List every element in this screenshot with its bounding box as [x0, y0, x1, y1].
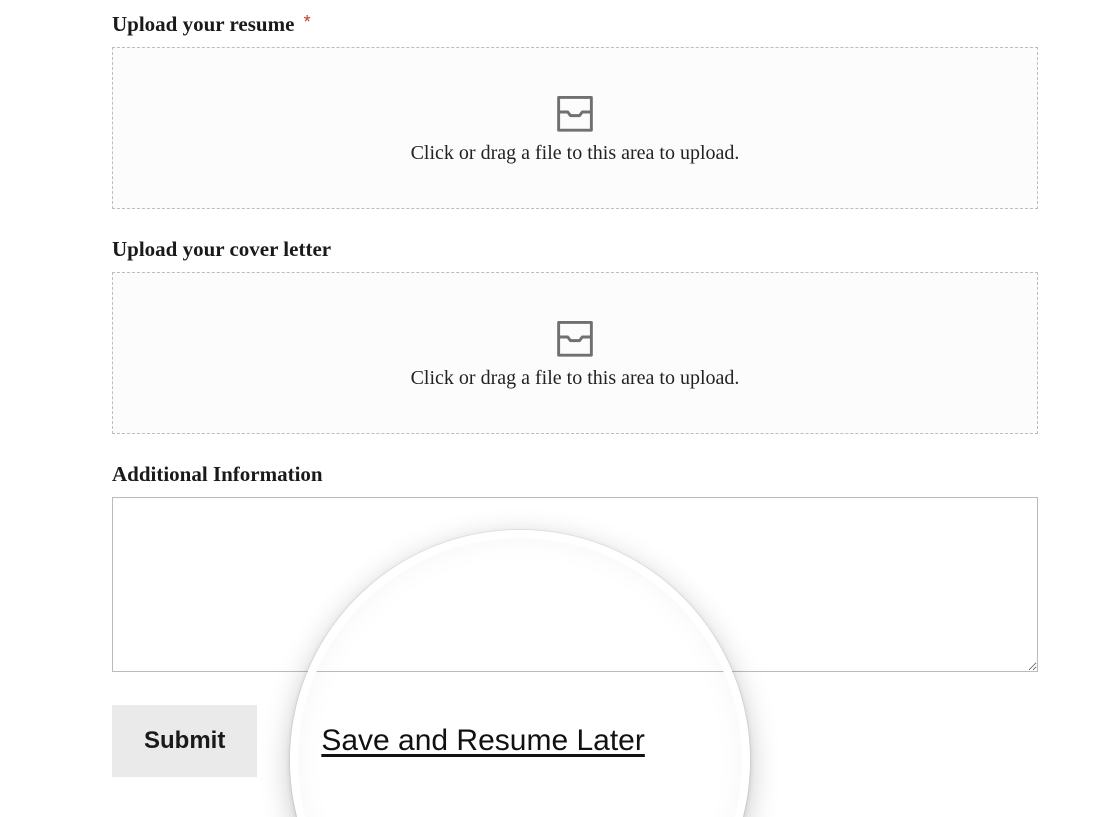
additional-info-label: Additional Information — [112, 462, 323, 486]
resume-field: Upload your resume * Click or drag a fil… — [112, 12, 1038, 209]
resume-dropzone[interactable]: Click or drag a file to this area to upl… — [112, 47, 1038, 209]
required-asterisk: * — [304, 12, 311, 32]
resume-dropzone-text: Click or drag a file to this area to upl… — [411, 142, 740, 165]
form-actions: Submit Save and Resume Later — [112, 705, 1038, 777]
submit-button[interactable]: Submit — [112, 705, 257, 777]
cover-letter-dropzone[interactable]: Click or drag a file to this area to upl… — [112, 272, 1038, 434]
cover-letter-dropzone-text: Click or drag a file to this area to upl… — [411, 367, 740, 390]
job-application-upload-section: Upload your resume * Click or drag a fil… — [0, 0, 1116, 777]
cover-letter-field: Upload your cover letter Click or drag a… — [112, 237, 1038, 434]
additional-info-textarea[interactable] — [112, 497, 1038, 672]
cover-letter-label: Upload your cover letter — [112, 237, 331, 261]
save-and-resume-later-link[interactable]: Save and Resume Later — [321, 724, 645, 758]
resume-label-text: Upload your resume — [112, 12, 294, 36]
inbox-icon — [552, 317, 598, 357]
inbox-icon — [552, 92, 598, 132]
additional-info-field: Additional Information — [112, 462, 1038, 677]
resume-label: Upload your resume * — [112, 12, 1038, 37]
